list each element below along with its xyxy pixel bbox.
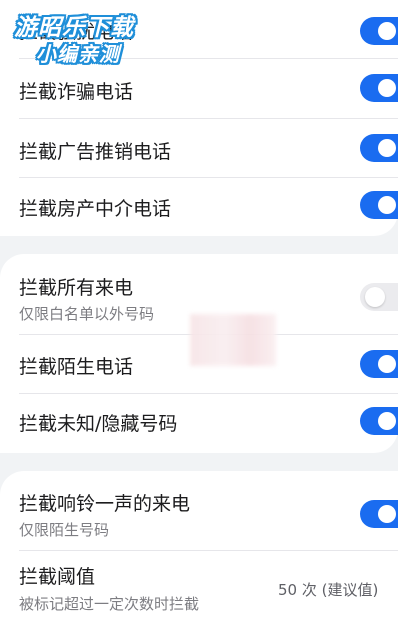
block-fraud-toggle[interactable] <box>360 74 398 102</box>
setting-title: 拦截广告推销电话 <box>19 141 172 163</box>
toggle-knob <box>378 22 396 40</box>
toggle-knob <box>378 79 396 97</box>
block-one-ring-toggle[interactable] <box>360 500 398 528</box>
setting-row-block-real-estate[interactable]: 拦截房产中介电话 <box>0 178 398 236</box>
block-unknown-toggle[interactable] <box>360 407 398 435</box>
ring-threshold-settings-card: 拦截响铃一声的来电 仅限陌生号码 拦截阈值 被标记超过一定次数时拦截 50 次 … <box>0 471 398 620</box>
setting-row-block-one-ring[interactable]: 拦截响铃一声的来电 仅限陌生号码 <box>0 471 398 550</box>
toggle-knob <box>378 412 396 430</box>
setting-title: 拦截所有来电 <box>19 277 134 299</box>
setting-subtitle: 仅限陌生号码 <box>19 521 110 539</box>
setting-subtitle: 仅限白名单以外号码 <box>19 305 155 323</box>
setting-subtitle: 被标记超过一定次数时拦截 <box>19 595 200 613</box>
toggle-knob <box>378 355 396 373</box>
setting-title: 拦截阈值 <box>19 566 96 588</box>
setting-title: 拦截响铃一声的来电 <box>19 493 191 515</box>
toggle-knob <box>378 505 396 523</box>
toggle-knob <box>378 196 396 214</box>
setting-title: 拦截陌生电话 <box>19 356 134 378</box>
block-real-estate-toggle[interactable] <box>360 191 398 219</box>
setting-row-block-threshold[interactable]: 拦截阈值 被标记超过一定次数时拦截 50 次 (建议值) <box>0 551 398 620</box>
block-ads-toggle[interactable] <box>360 134 398 162</box>
setting-title: 拦截诈骗电话 <box>19 81 134 103</box>
block-harassment-toggle[interactable] <box>360 17 398 45</box>
setting-title: 拦截房产中介电话 <box>19 198 172 220</box>
toggle-knob <box>378 139 396 157</box>
setting-title: 拦截未知/隐藏号码 <box>19 413 178 435</box>
toggle-knob <box>365 287 385 307</box>
block-strangers-toggle[interactable] <box>360 350 398 378</box>
setting-row-block-fraud[interactable]: 拦截诈骗电话 <box>0 59 398 118</box>
block-all-toggle[interactable] <box>360 283 398 311</box>
setting-row-block-unknown[interactable]: 拦截未知/隐藏号码 <box>0 394 398 453</box>
watermark-line1: 游昭乐下载 <box>14 15 134 41</box>
watermark-logo: 游昭乐下载 小编亲测 <box>14 8 154 66</box>
blurred-patch <box>190 314 276 366</box>
setting-row-block-ads[interactable]: 拦截广告推销电话 <box>0 119 398 178</box>
threshold-value[interactable]: 50 次 (建议值) <box>278 579 378 600</box>
watermark-line2: 小编亲测 <box>36 42 120 66</box>
